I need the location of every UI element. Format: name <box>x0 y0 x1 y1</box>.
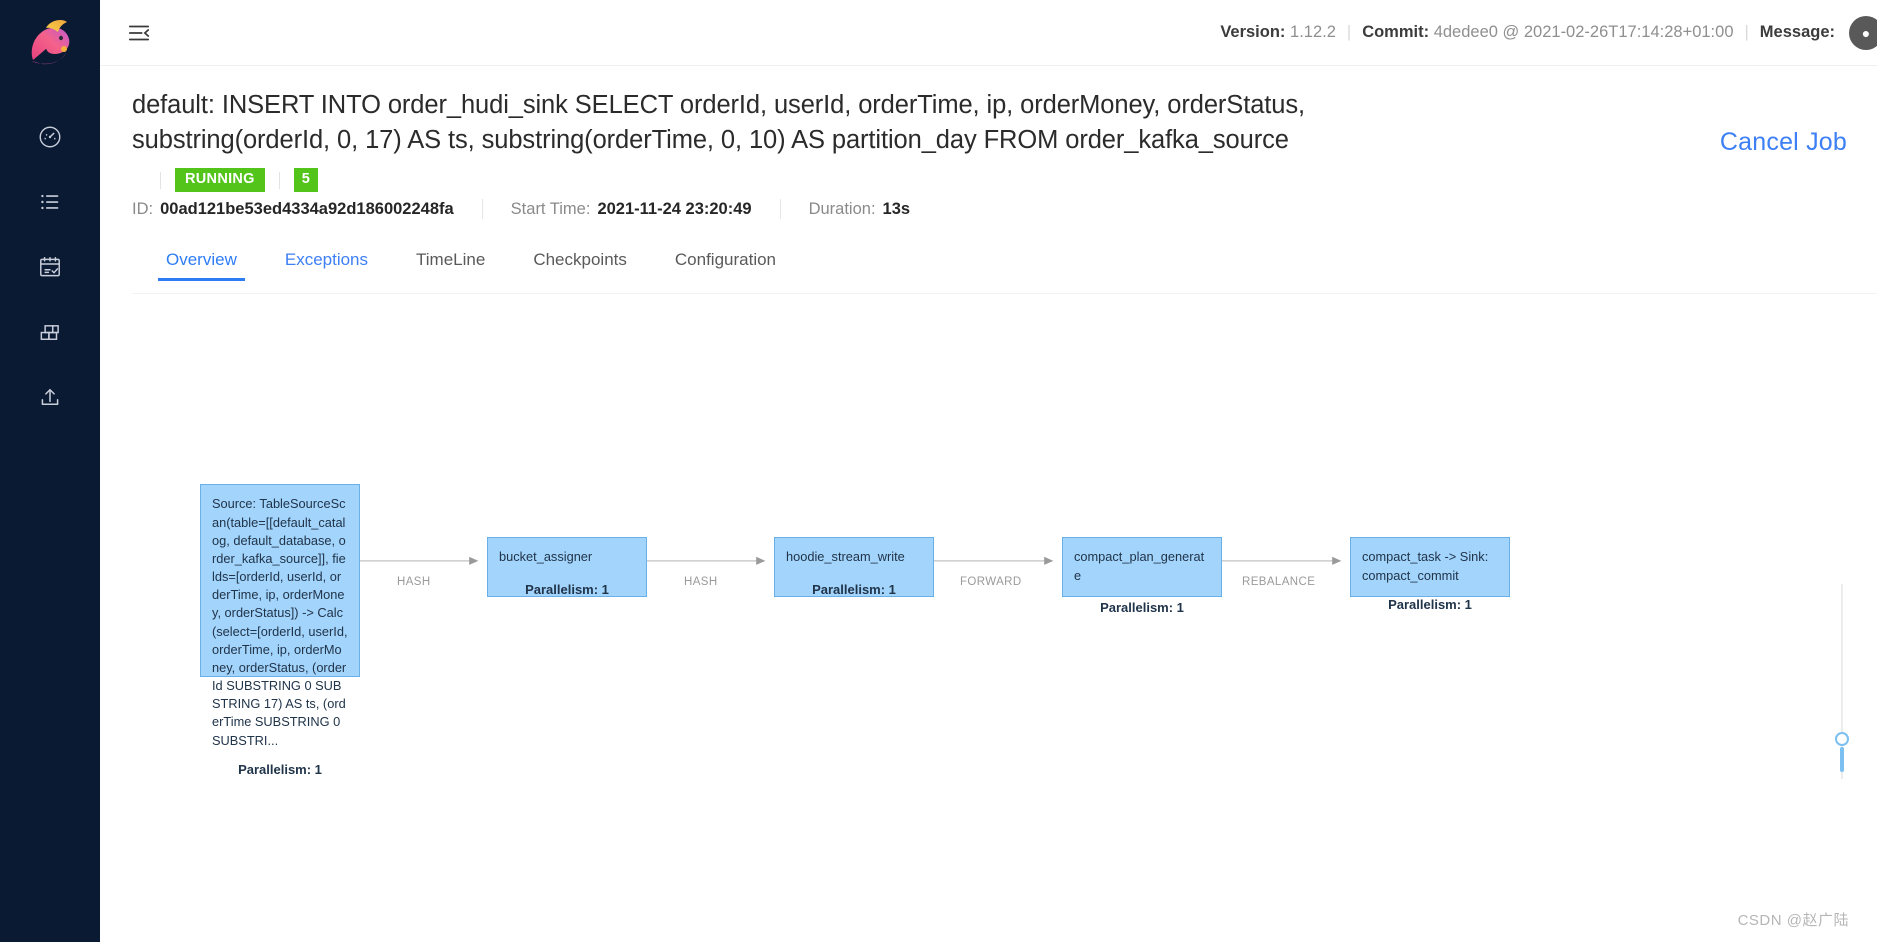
job-header: default: INSERT INTO order_hudi_sink SEL… <box>100 66 1877 281</box>
status-badge: RUNNING <box>175 168 265 192</box>
divider <box>482 199 483 219</box>
sidebar-item-job-manager[interactable] <box>25 305 75 359</box>
graph-node-bucket-assigner-title: bucket_assigner <box>499 548 635 566</box>
graph-node-compact-task-sink[interactable]: compact_task -> Sink: compact_commit Par… <box>1350 537 1510 597</box>
flink-squirrel-logo-icon <box>19 12 81 74</box>
job-graph-canvas[interactable]: Source: TableSourceScan(table=[[default_… <box>132 294 1877 942</box>
avatar[interactable]: ● <box>1849 16 1877 50</box>
commit-value: 4dedee0 @ 2021-02-26T17:14:28+01:00 <box>1434 23 1734 42</box>
graph-node-hoodie-stream-write[interactable]: hoodie_stream_write Parallelism: 1 <box>774 537 934 597</box>
app-root: Version: 1.12.2 | Commit: 4dedee0 @ 2021… <box>0 0 1877 942</box>
graph-node-bucket-assigner[interactable]: bucket_assigner Parallelism: 1 <box>487 537 647 597</box>
edge-label-rebalance: REBALANCE <box>1242 576 1315 588</box>
graph-node-compact-plan-generate-parallelism: Parallelism: 1 <box>1074 599 1210 617</box>
edge-label-forward: FORWARD <box>960 576 1022 588</box>
top-bar: Version: 1.12.2 | Commit: 4dedee0 @ 2021… <box>100 0 1877 66</box>
tab-checkpoints[interactable]: Checkpoints <box>531 250 629 281</box>
tab-exceptions[interactable]: Exceptions <box>283 250 370 281</box>
sidebar-item-dashboard[interactable] <box>25 110 75 164</box>
upload-icon <box>37 384 63 410</box>
job-duration: Duration: 13s <box>809 200 910 219</box>
build-info: Version: 1.12.2 | Commit: 4dedee0 @ 2021… <box>1220 16 1877 50</box>
graph-zoom-slider-knob[interactable] <box>1835 732 1849 746</box>
graph-zoom-slider[interactable] <box>1835 584 1849 814</box>
main-content: Version: 1.12.2 | Commit: 4dedee0 @ 2021… <box>100 0 1877 942</box>
flink-squirrel-logo[interactable] <box>19 12 81 74</box>
list-icon <box>37 189 63 215</box>
version-value: 1.12.2 <box>1290 23 1336 42</box>
divider <box>279 172 280 189</box>
tab-configuration[interactable]: Configuration <box>673 250 778 281</box>
gauge-icon <box>37 124 63 150</box>
tab-timeline[interactable]: TimeLine <box>414 250 487 281</box>
graph-node-bucket-assigner-parallelism: Parallelism: 1 <box>499 581 635 599</box>
separator-2: | <box>1745 23 1749 42</box>
sidebar-toggle-button[interactable] <box>118 12 160 54</box>
job-meta-row: ID: 00ad121be53ed4334a92d186002248fa Sta… <box>132 199 1847 219</box>
tab-overview[interactable]: Overview <box>164 250 239 281</box>
job-id: ID: 00ad121be53ed4334a92d186002248fa <box>132 200 454 219</box>
vertex-count-badge: 5 <box>294 168 318 192</box>
graph-node-compact-plan-generate[interactable]: compact_plan_generate Parallelism: 1 <box>1062 537 1222 597</box>
graph-node-hoodie-stream-write-parallelism: Parallelism: 1 <box>786 581 922 599</box>
graph-node-hoodie-stream-write-title: hoodie_stream_write <box>786 548 922 566</box>
hamburger-menu-icon <box>126 20 152 46</box>
duration-value: 13s <box>883 200 911 219</box>
job-graph-panel[interactable]: Source: TableSourceScan(table=[[default_… <box>132 293 1877 942</box>
page-title: default: INSERT INTO order_hudi_sink SEL… <box>132 88 1432 158</box>
graph-edges <box>132 294 1877 942</box>
sidebar-item-jobs[interactable] <box>25 175 75 229</box>
tab-bar: Overview Exceptions TimeLine Checkpoints… <box>164 239 1847 281</box>
start-time-label: Start Time: <box>511 200 591 219</box>
sidebar-item-submit-new-job[interactable] <box>25 370 75 424</box>
sidebar <box>0 0 100 942</box>
watermark: CSDN @赵广陆 <box>1738 909 1849 930</box>
version-label: Version: <box>1220 23 1285 42</box>
duration-label: Duration: <box>809 200 876 219</box>
job-status-row: RUNNING 5 <box>132 168 1847 192</box>
avatar-text: ● <box>1862 25 1870 41</box>
sidebar-nav <box>25 110 75 430</box>
graph-node-source[interactable]: Source: TableSourceScan(table=[[default_… <box>200 484 360 677</box>
separator-1: | <box>1347 23 1351 42</box>
commit-label: Commit: <box>1362 23 1429 42</box>
edge-label-hash-2: HASH <box>684 576 718 588</box>
calendar-check-icon <box>37 254 63 280</box>
graph-zoom-slider-stem <box>1840 747 1844 772</box>
job-id-value: 00ad121be53ed4334a92d186002248fa <box>160 200 454 219</box>
sidebar-item-task-managers[interactable] <box>25 240 75 294</box>
graph-node-compact-plan-generate-title: compact_plan_generate <box>1074 548 1210 584</box>
divider <box>780 199 781 219</box>
message-label: Message: <box>1760 23 1835 42</box>
cancel-job-button[interactable]: Cancel Job <box>1720 128 1847 157</box>
divider <box>160 172 161 189</box>
blocks-icon <box>37 319 63 345</box>
start-time-value: 2021-11-24 23:20:49 <box>597 200 751 219</box>
graph-node-compact-task-sink-title: compact_task -> Sink: compact_commit <box>1362 548 1498 584</box>
job-id-label: ID: <box>132 200 153 219</box>
graph-node-compact-task-sink-parallelism: Parallelism: 1 <box>1362 596 1498 614</box>
job-start-time: Start Time: 2021-11-24 23:20:49 <box>511 200 752 219</box>
graph-node-source-title: Source: TableSourceScan(table=[[default_… <box>212 495 348 749</box>
edge-label-hash-1: HASH <box>397 576 431 588</box>
graph-node-source-parallelism: Parallelism: 1 <box>212 761 348 779</box>
